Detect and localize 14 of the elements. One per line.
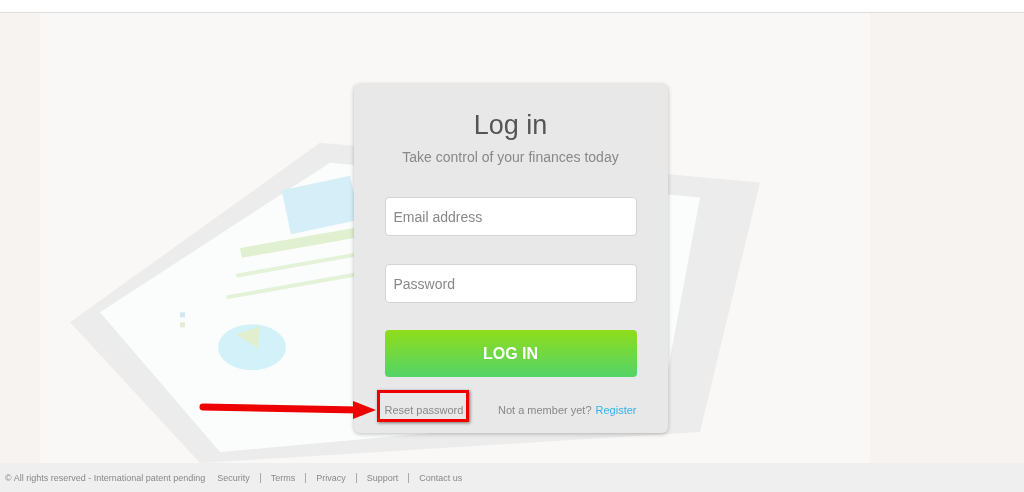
register-link[interactable]: Register bbox=[595, 404, 637, 416]
member-prompt: Not a member yet? Register bbox=[498, 404, 637, 416]
login-title: Log in bbox=[473, 110, 548, 141]
password-field[interactable]: Password bbox=[384, 264, 637, 303]
footer-link[interactable]: Support bbox=[355, 472, 409, 483]
footer-link[interactable]: Security bbox=[207, 472, 260, 483]
login-button[interactable]: LOG IN bbox=[384, 330, 637, 377]
copyright-text: © All rights reserved - International patent pending bbox=[5, 472, 206, 483]
footer-link[interactable]: Privacy bbox=[305, 472, 356, 483]
email-field[interactable]: Email address bbox=[384, 197, 637, 236]
footer-link[interactable]: Terms bbox=[259, 472, 306, 483]
reset-password-link[interactable]: Reset password bbox=[384, 404, 464, 416]
login-subtitle: Take control of your finances today bbox=[402, 149, 619, 165]
footer-link[interactable]: Contact us bbox=[408, 472, 473, 483]
